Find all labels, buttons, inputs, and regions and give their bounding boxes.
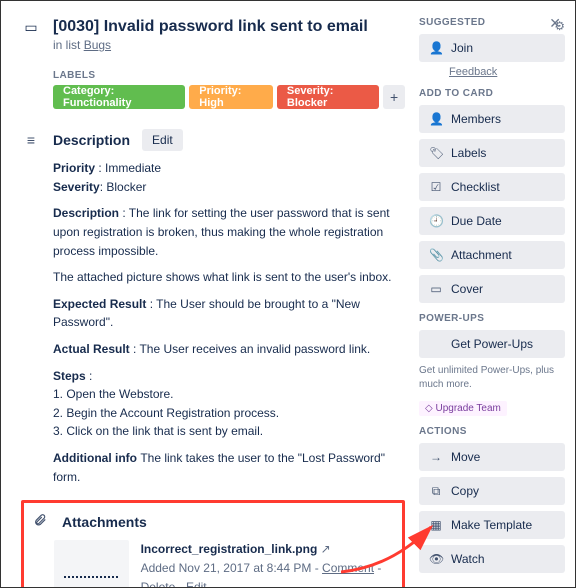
copy-icon: ⧉ [429, 484, 443, 499]
attachments-heading: Attachments [62, 514, 147, 530]
cover-icon: ▭ [429, 282, 443, 296]
edit-description-button[interactable]: Edit [142, 129, 183, 151]
make-template-button[interactable]: ▦Make Template [419, 511, 565, 539]
paperclip-icon [30, 513, 50, 530]
copy-button[interactable]: ⧉Copy [419, 477, 565, 505]
eye-icon: 👁 [429, 552, 443, 566]
attachment-comment-link[interactable]: Comment [322, 561, 374, 575]
due-date-button[interactable]: 🕘Due Date [419, 207, 565, 235]
checklist-button[interactable]: ☑Checklist [419, 173, 565, 201]
template-icon: ▦ [429, 518, 443, 532]
attachment-date: Added Nov 21, 2017 at 8:44 PM - [141, 561, 322, 575]
label-chip[interactable]: Priority: High [189, 85, 273, 109]
description-heading: Description [53, 132, 130, 148]
attachment-button[interactable]: 📎Attachment [419, 241, 565, 269]
label-chip[interactable]: Category: Functionality [53, 85, 185, 109]
labels-button[interactable]: 🏷Labels [419, 139, 565, 167]
list-location: in list Bugs [53, 38, 405, 52]
attachment-name[interactable]: Incorrect_registration_link.png [141, 542, 318, 556]
person-icon: 👤 [429, 112, 443, 126]
move-icon: → [429, 450, 443, 464]
upgrade-team-link[interactable]: ◇ Upgrade Team [419, 401, 507, 416]
attachment-delete-link[interactable]: Delete [141, 580, 176, 588]
get-power-ups-button[interactable]: Get Power-Ups [419, 330, 565, 358]
join-button[interactable]: 👤Join [419, 34, 565, 62]
paperclip-icon: 📎 [429, 248, 443, 262]
move-button[interactable]: →Move [419, 443, 565, 471]
close-icon[interactable]: ✕ [549, 15, 561, 32]
card-icon: ▭ [21, 19, 41, 36]
card-title[interactable]: [0030] Invalid password link sent to ema… [53, 17, 405, 36]
labels-row: Category: Functionality Priority: High S… [53, 85, 405, 109]
description-body[interactable]: Priority : Immediate Severity: Blocker D… [53, 159, 405, 486]
checklist-icon: ☑ [429, 180, 443, 194]
power-ups-text: Get unlimited Power-Ups, plus much more. [419, 364, 565, 392]
members-button[interactable]: 👤Members [419, 105, 565, 133]
label-chip[interactable]: Severity: Blocker [277, 85, 379, 109]
attachment-edit-link[interactable]: Edit [186, 580, 207, 588]
clock-icon: 🕘 [429, 214, 443, 228]
tag-icon: 🏷 [429, 146, 443, 160]
suggested-heading: SUGGESTED [419, 17, 485, 28]
person-icon: 👤 [429, 41, 443, 55]
cover-button[interactable]: ▭Cover [419, 275, 565, 303]
add-to-card-heading: ADD TO CARD [419, 88, 565, 99]
feedback-link[interactable]: Feedback [449, 66, 565, 78]
labels-heading: LABELS [53, 70, 405, 81]
list-link[interactable]: Bugs [84, 38, 111, 52]
open-icon[interactable]: ↗ [321, 542, 331, 556]
attachment-thumbnail[interactable] [54, 540, 129, 588]
actions-heading: ACTIONS [419, 426, 565, 437]
description-icon: ≡ [21, 132, 41, 148]
add-label-button[interactable]: + [383, 85, 405, 109]
watch-button[interactable]: 👁Watch [419, 545, 565, 573]
power-ups-heading: POWER-UPS [419, 313, 565, 324]
attachments-highlight: Attachments Incorrect_registration_link.… [21, 500, 405, 588]
